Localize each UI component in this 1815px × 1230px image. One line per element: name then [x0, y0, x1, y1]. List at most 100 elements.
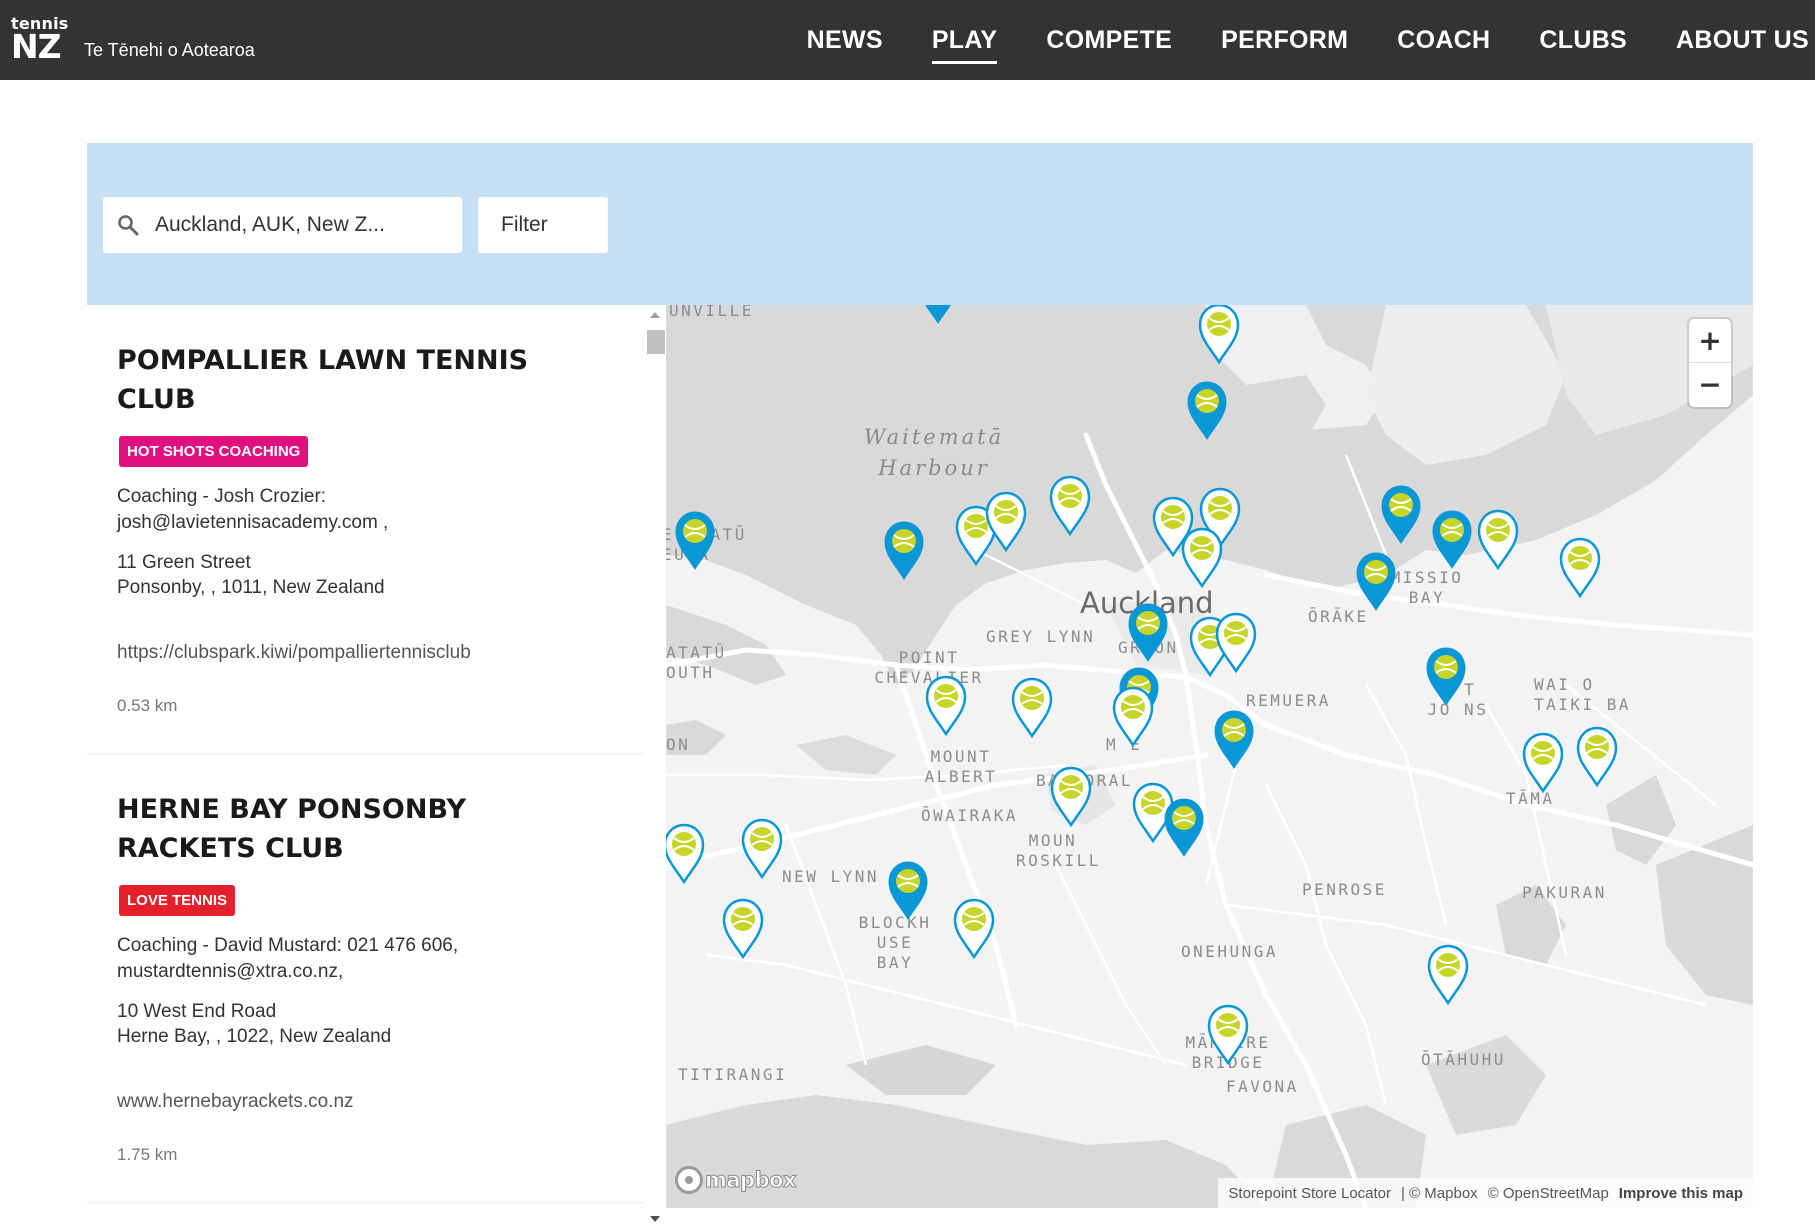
- map-label-favona: FAVONA: [1226, 1077, 1299, 1096]
- map-label-otahuhu: ŌTĀHUHU: [1421, 1050, 1506, 1069]
- club-map-pin-icon[interactable]: [1110, 685, 1156, 749]
- club-map-pin-icon[interactable]: [1161, 796, 1207, 860]
- club-map-pin-icon[interactable]: [951, 897, 997, 961]
- club-map-pin-icon[interactable]: [1211, 708, 1257, 772]
- club-map-pin-icon[interactable]: [1475, 508, 1521, 572]
- club-map-pin-icon[interactable]: [672, 509, 718, 573]
- label-line2: BAY: [876, 953, 914, 972]
- map-label-remuera: REMUERA: [1246, 691, 1331, 710]
- club-map-pin-icon[interactable]: [1213, 611, 1259, 675]
- results-scrollbar[interactable]: [644, 305, 666, 1230]
- water-label-line1: Waitematā: [863, 425, 1005, 449]
- label-line1: POINT: [898, 648, 960, 667]
- club-map-pin-icon[interactable]: [1574, 725, 1620, 789]
- club-map-pin-icon[interactable]: [1009, 676, 1055, 740]
- result-item[interactable]: POMPALLIER LAWN TENNIS CLUB HOT SHOTS CO…: [87, 305, 644, 754]
- club-map-pin-icon[interactable]: [1047, 474, 1093, 538]
- label-line1: WAI O: [1534, 675, 1595, 694]
- club-map-pin-icon[interactable]: [1205, 1003, 1251, 1067]
- scroll-down-arrow-icon[interactable]: [650, 1216, 660, 1222]
- club-map-pin-icon[interactable]: [1425, 943, 1471, 1007]
- coaching-line: Coaching - Josh Crozier:: [117, 486, 327, 507]
- label-line1: ATATŪ: [666, 643, 727, 662]
- nav-news[interactable]: NEWS: [807, 0, 883, 80]
- club-map-pin-icon[interactable]: [915, 305, 961, 327]
- zoom-in-button[interactable]: +: [1689, 319, 1731, 362]
- map-label-te-atatu-south: ATATŪ OUTH: [666, 643, 727, 683]
- map-label-titirangi: TITIRANGI: [678, 1065, 788, 1084]
- club-map-pin-icon[interactable]: [983, 490, 1029, 554]
- mapbox-attribution-link[interactable]: | © Mapbox: [1401, 1185, 1478, 1202]
- club-map-pin-icon[interactable]: [1196, 305, 1242, 366]
- club-website-link[interactable]: www.hernebayrackets.co.nz: [117, 1091, 354, 1113]
- filter-button[interactable]: Filter: [478, 197, 608, 253]
- nav-about-us[interactable]: ABOUT US: [1676, 0, 1809, 80]
- map-label-waitemata: Waitematā Harbour: [849, 422, 1019, 484]
- map-label-on: ON: [666, 735, 691, 754]
- location-search-input[interactable]: [155, 197, 445, 253]
- search-icon: [118, 215, 139, 236]
- top-navigation-bar: tennis NZ Te Tēnehi o Aotearoa NEWS PLAY…: [0, 0, 1815, 80]
- coaching-line: Coaching - David Mustard: 021 476 606,: [117, 935, 459, 956]
- club-map-pin-icon[interactable]: [1557, 536, 1603, 600]
- scroll-thumb[interactable]: [647, 330, 665, 354]
- mapbox-logo[interactable]: mapbox: [675, 1163, 797, 1197]
- address-street: 11 Green Street: [117, 552, 251, 573]
- map-label-new-lynn: NEW LYNN: [782, 867, 880, 886]
- club-website-link[interactable]: https://clubspark.kiwi/pompalliertennisc…: [117, 642, 471, 664]
- main-nav: NEWS PLAY COMPETE PERFORM COACH CLUBS AB…: [807, 0, 1815, 80]
- club-map-pin-icon[interactable]: [1429, 508, 1475, 572]
- search-box[interactable]: [103, 197, 462, 253]
- tagline: Te Tēnehi o Aotearoa: [84, 40, 255, 60]
- club-map-pin-icon[interactable]: [1378, 483, 1424, 547]
- club-map-pin-icon[interactable]: [885, 859, 931, 923]
- club-map-pin-icon[interactable]: [666, 822, 707, 886]
- map-label-penrose: PENROSE: [1302, 880, 1387, 899]
- mapbox-logo-text: mapbox: [704, 1168, 797, 1193]
- map-label-mount-roskill: MOUN ROSKILL: [1016, 831, 1101, 871]
- scroll-up-arrow-icon[interactable]: [650, 312, 660, 318]
- club-map-pin-icon[interactable]: [739, 817, 785, 881]
- label-line2: OUTH: [666, 663, 715, 682]
- program-badge: HOT SHOTS COACHING: [119, 436, 309, 467]
- map-label-onehunga: ONEHUNGA: [1181, 942, 1279, 961]
- label-line2: ALBERT: [924, 767, 998, 786]
- label-line2: ROSKILL: [1016, 851, 1101, 870]
- club-name[interactable]: HERNE BAY PONSONBY RACKETS CLUB: [117, 790, 597, 868]
- results-list[interactable]: POMPALLIER LAWN TENNIS CLUB HOT SHOTS CO…: [87, 305, 644, 1230]
- label-line1: MOUN: [1028, 831, 1078, 850]
- result-item[interactable]: HERNE BAY PONSONBY RACKETS CLUB LOVE TEN…: [87, 754, 644, 1203]
- label-line1: MOUNT: [930, 747, 992, 766]
- club-map-pin-icon[interactable]: [1353, 550, 1399, 614]
- club-map-pin-icon[interactable]: [1423, 645, 1469, 709]
- club-map-pin-icon[interactable]: [1179, 526, 1225, 590]
- club-distance: 1.75 km: [117, 1145, 178, 1164]
- nav-compete[interactable]: COMPETE: [1046, 0, 1172, 80]
- club-map-pin-icon[interactable]: [881, 519, 927, 583]
- map-label-unville: UNVILLE: [669, 305, 754, 320]
- improve-map-link[interactable]: Improve this map: [1619, 1185, 1743, 1202]
- map-label-mount-albert: MOUNT ALBERT: [916, 747, 1006, 787]
- nav-play[interactable]: PLAY: [931, 0, 998, 80]
- nav-perform[interactable]: PERFORM: [1221, 0, 1348, 80]
- logo-big-text: NZ: [11, 27, 62, 66]
- club-map-pin-icon[interactable]: [720, 897, 766, 961]
- openstreetmap-link[interactable]: © OpenStreetMap: [1488, 1185, 1609, 1202]
- program-badge: LOVE TENNIS: [119, 885, 236, 916]
- club-map-pin-icon[interactable]: [1125, 601, 1171, 665]
- club-name[interactable]: POMPALLIER LAWN TENNIS CLUB: [117, 341, 597, 419]
- club-map-pin-icon[interactable]: [1520, 731, 1566, 795]
- club-map-pin-icon[interactable]: [1048, 765, 1094, 829]
- club-map[interactable]: UNVILLE Waitematā Harbour E ATATŪ EULA A…: [666, 305, 1753, 1208]
- club-map-pin-icon[interactable]: [1184, 379, 1230, 443]
- club-locator: Filter POMPALLIER LAWN TENNIS CLUB HOT S…: [87, 143, 1753, 1230]
- label-line2: TAIKI BA: [1534, 695, 1632, 714]
- address-city: Herne Bay, , 1022, New Zealand: [117, 1026, 392, 1047]
- zoom-out-button[interactable]: −: [1689, 363, 1731, 406]
- club-map-pin-icon[interactable]: [923, 674, 969, 738]
- nav-coach[interactable]: COACH: [1397, 0, 1490, 80]
- storepoint-link[interactable]: Storepoint Store Locator: [1228, 1185, 1391, 1202]
- address-city: Ponsonby, , 1011, New Zealand: [117, 577, 385, 598]
- nav-clubs[interactable]: CLUBS: [1539, 0, 1627, 80]
- search-band: Filter: [87, 143, 1753, 305]
